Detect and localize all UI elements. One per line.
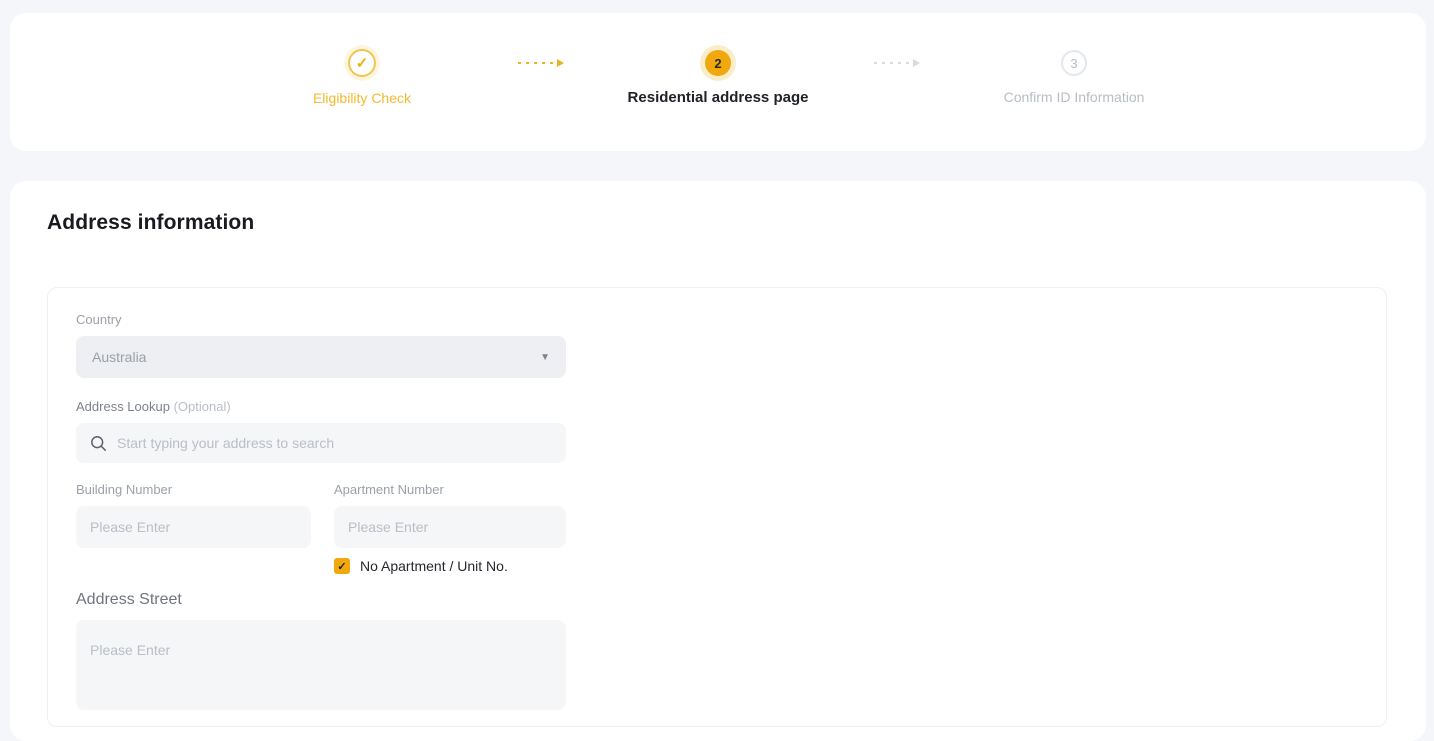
number-fields-row: Building Number Apartment Number ✓ No Ap… bbox=[76, 482, 1386, 574]
building-number-label: Building Number bbox=[76, 482, 311, 497]
step-label-confirm-id: Confirm ID Information bbox=[1004, 89, 1145, 105]
step-eligibility-check: ✓ Eligibility Check bbox=[218, 49, 506, 106]
address-lookup-searchbox[interactable] bbox=[76, 423, 566, 463]
apartment-number-input[interactable] bbox=[334, 506, 566, 548]
country-select[interactable]: Australia ▼ bbox=[76, 336, 566, 378]
step-current-circle: 2 bbox=[705, 50, 731, 76]
no-apartment-checkbox-row: ✓ No Apartment / Unit No. bbox=[334, 558, 566, 574]
check-icon: ✓ bbox=[356, 56, 369, 71]
address-lookup-label: Address Lookup (Optional) bbox=[76, 399, 1386, 414]
stepper-connector-completed bbox=[518, 62, 558, 64]
stepper-connector-upcoming bbox=[874, 62, 914, 64]
address-form-panel: Country Australia ▼ Address Lookup (Opti… bbox=[47, 287, 1387, 727]
no-apartment-checkbox[interactable]: ✓ bbox=[334, 558, 350, 574]
chevron-down-icon: ▼ bbox=[540, 352, 550, 363]
address-street-group: Address Street bbox=[76, 591, 1386, 715]
apartment-number-group: Apartment Number ✓ No Apartment / Unit N… bbox=[334, 482, 566, 574]
step-completed-circle: ✓ bbox=[348, 49, 376, 77]
building-number-group: Building Number bbox=[76, 482, 311, 574]
search-icon bbox=[90, 435, 107, 452]
checkbox-check-icon: ✓ bbox=[337, 560, 346, 573]
step-upcoming-circle: 3 bbox=[1061, 50, 1087, 76]
no-apartment-checkbox-label: No Apartment / Unit No. bbox=[360, 558, 508, 574]
country-label: Country bbox=[76, 312, 1386, 327]
step-residential-address: 2 Residential address page bbox=[574, 49, 862, 106]
address-street-input[interactable] bbox=[76, 620, 566, 710]
stepper-card: ✓ Eligibility Check 2 Residential addres… bbox=[10, 13, 1426, 151]
address-form-card: Address information Country Australia ▼ … bbox=[10, 181, 1426, 741]
step-label-residential: Residential address page bbox=[628, 89, 809, 106]
optional-note: (Optional) bbox=[174, 399, 231, 414]
address-lookup-group: Address Lookup (Optional) bbox=[76, 399, 1386, 463]
kyc-stepper: ✓ Eligibility Check 2 Residential addres… bbox=[218, 13, 1218, 106]
step-label-eligibility: Eligibility Check bbox=[313, 90, 411, 106]
apartment-number-label: Apartment Number bbox=[334, 482, 566, 497]
step-confirm-id: 3 Confirm ID Information bbox=[930, 49, 1218, 105]
country-field-group: Country Australia ▼ bbox=[76, 312, 1386, 378]
building-number-input[interactable] bbox=[76, 506, 311, 548]
page-title: Address information bbox=[47, 211, 254, 235]
address-lookup-input[interactable] bbox=[117, 435, 552, 451]
address-street-label: Address Street bbox=[76, 591, 1386, 609]
country-select-value: Australia bbox=[92, 349, 540, 365]
